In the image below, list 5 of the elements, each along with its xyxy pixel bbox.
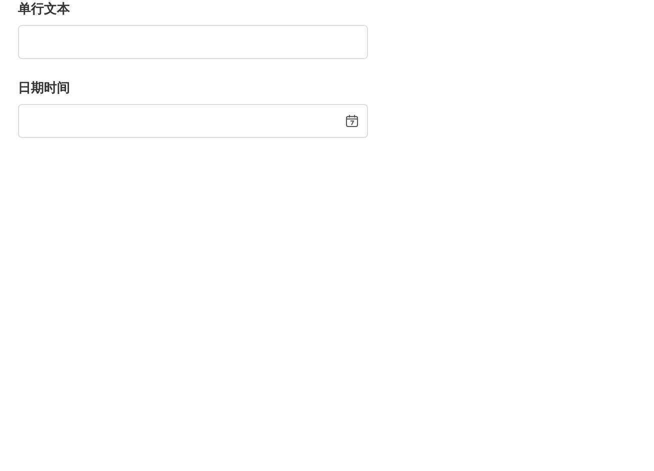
field-label: 日期时间 bbox=[18, 81, 71, 97]
calendar-icon[interactable] bbox=[345, 114, 359, 128]
input-field[interactable] bbox=[18, 25, 368, 59]
field-label: 单行文本 bbox=[18, 2, 71, 18]
date-field[interactable] bbox=[18, 104, 368, 138]
